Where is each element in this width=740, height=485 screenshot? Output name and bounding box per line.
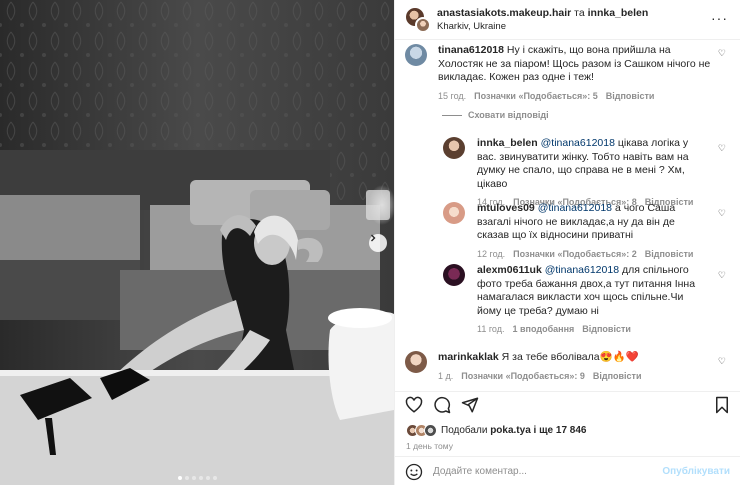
like-comment-icon[interactable]: ♡: [718, 208, 726, 219]
comment-username[interactable]: marinkaklak: [438, 351, 499, 363]
carousel-dot: [191, 476, 196, 480]
comment-meta: 1 д. Позначки «Подобається»: 9 Відповіст…: [438, 371, 712, 381]
comment-item: alexm0611uk @tinana612018 для спільного …: [443, 264, 725, 334]
comment-meta: 11 год. 1 вподобання Відповісти: [477, 324, 707, 334]
joiner-text: та: [574, 6, 585, 19]
like-comment-icon[interactable]: ♡: [718, 143, 726, 154]
likes-text[interactable]: Подобали poka.tya і ще 17 846: [441, 425, 586, 436]
reply-button[interactable]: Відповісти: [606, 91, 655, 101]
comment-likes[interactable]: 1 вподобання: [513, 324, 575, 334]
post-date[interactable]: 1 день тому: [406, 441, 453, 451]
author-link[interactable]: anastasiakots.makeup.hair: [437, 7, 571, 19]
comment-time: 11 год.: [477, 324, 505, 334]
like-comment-icon[interactable]: ♡: [718, 270, 726, 281]
carousel-indicator: [0, 476, 394, 480]
comment-meta: 12 год. Позначки «Подобається»: 2 Відпов…: [477, 249, 707, 259]
post-authors: anastasiakots.makeup.hair та innka_belen: [437, 7, 648, 20]
comments-list: tinana612018 Ну і скажіть, що вона прийш…: [395, 40, 740, 391]
hide-replies-label: Сховати відповіді: [468, 110, 549, 120]
more-options-icon[interactable]: ···: [711, 11, 728, 25]
collab-avatars[interactable]: [405, 6, 431, 33]
avatar[interactable]: [443, 264, 465, 286]
comment-text: tinana612018 Ну і скажіть, що вона прийш…: [438, 44, 712, 85]
comment-username[interactable]: mtuloves09: [477, 202, 535, 214]
share-icon[interactable]: [461, 396, 479, 414]
comment-username[interactable]: tinana612018: [438, 44, 504, 56]
comment-likes[interactable]: Позначки «Подобається»: 5: [474, 91, 598, 101]
bookmark-icon[interactable]: [714, 396, 730, 414]
carousel-dot: [198, 476, 203, 480]
post-header: anastasiakots.makeup.hair та innka_belen…: [395, 0, 740, 40]
divider: [442, 114, 462, 116]
carousel-dot: [184, 476, 189, 480]
add-comment-bar: Опублікувати: [395, 456, 740, 485]
comment-text: alexm0611uk @tinana612018 для спільного …: [477, 264, 707, 318]
publish-button[interactable]: Опублікувати: [662, 466, 730, 477]
avatar: [424, 424, 437, 437]
comment-text: mtuloves09 @tinana612018 а чого Саша вза…: [477, 202, 707, 243]
comment-mention[interactable]: @tinana612018: [541, 137, 615, 149]
post-photo[interactable]: [0, 0, 394, 485]
comment-icon[interactable]: [433, 396, 451, 414]
heart-icon[interactable]: [405, 396, 423, 414]
likes-prefix: Подобали: [441, 425, 488, 436]
avatar: [415, 16, 431, 33]
post-side-panel: anastasiakots.makeup.hair та innka_belen…: [394, 0, 740, 485]
emoji-icon[interactable]: [405, 463, 423, 481]
liker-username[interactable]: poka.tya: [490, 425, 531, 436]
comment-item: mtuloves09 @tinana612018 а чого Саша вза…: [443, 202, 725, 259]
chevron-right-icon: [371, 234, 376, 242]
like-comment-icon[interactable]: ♡: [718, 48, 726, 59]
avatar[interactable]: [405, 44, 427, 66]
comment-item: marinkaklak Я за тебе вболівала😍🔥❤️ 1 д.…: [405, 351, 725, 381]
avatar[interactable]: [443, 202, 465, 224]
location-link[interactable]: Kharkiv, Ukraine: [437, 20, 648, 33]
hide-replies-button[interactable]: Сховати відповіді: [442, 110, 549, 120]
reply-button[interactable]: Відповісти: [582, 324, 631, 334]
comment-meta: 15 год. Позначки «Подобається»: 5 Відпов…: [438, 91, 712, 101]
comment-username[interactable]: innka_belen: [477, 137, 538, 149]
comment-likes[interactable]: Позначки «Подобається»: 9: [461, 371, 585, 381]
comment-username[interactable]: alexm0611uk: [477, 264, 542, 276]
carousel-dot: [205, 476, 210, 480]
comment-mention[interactable]: @tinana612018: [545, 264, 619, 276]
avatar[interactable]: [405, 351, 427, 373]
reply-button[interactable]: Відповісти: [645, 249, 694, 259]
likes-count[interactable]: і ще 17 846: [534, 425, 587, 436]
comment-item: tinana612018 Ну і скажіть, що вона прийш…: [405, 44, 725, 101]
like-comment-icon[interactable]: ♡: [718, 356, 726, 367]
comment-message: Я за тебе вболівала😍🔥❤️: [501, 351, 639, 363]
comment-input[interactable]: [433, 466, 663, 477]
comment-text: marinkaklak Я за тебе вболівала😍🔥❤️: [438, 351, 712, 365]
photo-scene: [0, 0, 394, 485]
comment-likes[interactable]: Позначки «Подобається»: 2: [513, 249, 637, 259]
header-text: anastasiakots.makeup.hair та innka_belen…: [437, 7, 648, 33]
comment-mention[interactable]: @tinana612018: [538, 202, 612, 214]
author-link[interactable]: innka_belen: [588, 7, 649, 19]
reply-button[interactable]: Відповісти: [593, 371, 642, 381]
carousel-dot: [212, 476, 217, 480]
post-actions: Подобали poka.tya і ще 17 846 1 день том…: [395, 391, 740, 485]
comment-time: 15 год.: [438, 90, 467, 101]
comment-time: 12 год.: [477, 248, 506, 259]
comment-time: 1 д.: [438, 370, 454, 381]
next-photo-button[interactable]: [369, 234, 387, 252]
comment-item: innka_belen @tinana612018 цікава логіка …: [443, 137, 725, 207]
likes-summary: Подобали poka.tya і ще 17 846: [406, 424, 586, 437]
avatar[interactable]: [443, 137, 465, 159]
carousel-dot: [177, 476, 182, 480]
comment-text: innka_belen @tinana612018 цікава логіка …: [477, 137, 707, 191]
action-icons: [405, 396, 730, 418]
